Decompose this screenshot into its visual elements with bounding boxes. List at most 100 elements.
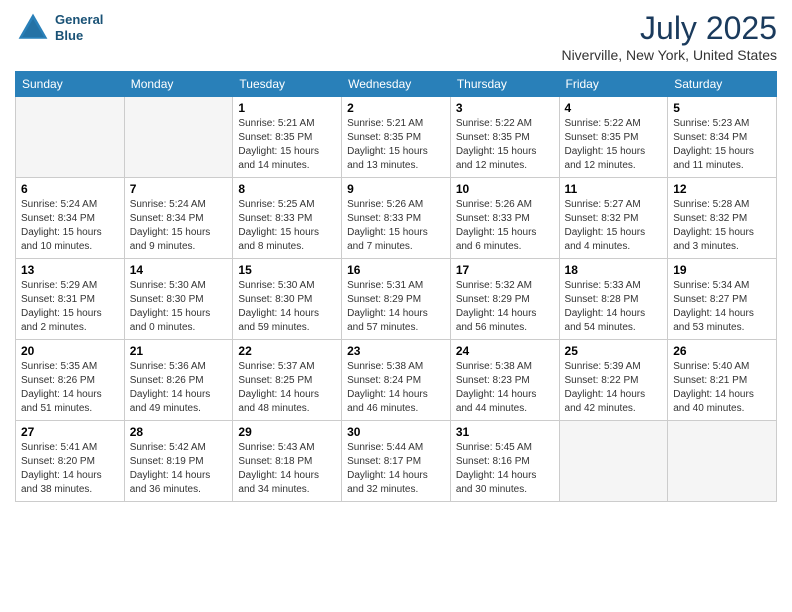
day-info: Sunrise: 5:38 AM Sunset: 8:24 PM Dayligh…: [347, 360, 445, 416]
table-row: [16, 97, 125, 178]
table-row: 2 Sunrise: 5:21 AM Sunset: 8:35 PM Daylig…: [342, 97, 451, 178]
table-row: 4 Sunrise: 5:22 AM Sunset: 8:35 PM Daylig…: [559, 97, 668, 178]
table-row: 10 Sunrise: 5:26 AM Sunset: 8:33 PM Dayli…: [450, 178, 559, 259]
day-info: Sunrise: 5:44 AM Sunset: 8:17 PM Dayligh…: [347, 441, 445, 497]
table-row: 24 Sunrise: 5:38 AM Sunset: 8:23 PM Dayli…: [450, 340, 559, 421]
table-row: [124, 97, 233, 178]
day-info: Sunrise: 5:25 AM Sunset: 8:33 PM Dayligh…: [238, 198, 336, 254]
day-number: 19: [673, 263, 771, 277]
table-row: 21 Sunrise: 5:36 AM Sunset: 8:26 PM Dayli…: [124, 340, 233, 421]
day-number: 5: [673, 101, 771, 115]
table-row: 6 Sunrise: 5:24 AM Sunset: 8:34 PM Daylig…: [16, 178, 125, 259]
day-number: 23: [347, 344, 445, 358]
table-row: 12 Sunrise: 5:28 AM Sunset: 8:32 PM Dayli…: [668, 178, 777, 259]
header-saturday: Saturday: [668, 72, 777, 97]
day-info: Sunrise: 5:36 AM Sunset: 8:26 PM Dayligh…: [130, 360, 228, 416]
header-monday: Monday: [124, 72, 233, 97]
table-row: 31 Sunrise: 5:45 AM Sunset: 8:16 PM Dayli…: [450, 421, 559, 502]
table-row: 7 Sunrise: 5:24 AM Sunset: 8:34 PM Daylig…: [124, 178, 233, 259]
day-info: Sunrise: 5:39 AM Sunset: 8:22 PM Dayligh…: [565, 360, 663, 416]
day-info: Sunrise: 5:31 AM Sunset: 8:29 PM Dayligh…: [347, 279, 445, 335]
table-row: 3Sunrise: 5:22 AM Sunset: 8:35 PM Daylig…: [450, 97, 559, 178]
table-row: 29 Sunrise: 5:43 AM Sunset: 8:18 PM Dayli…: [233, 421, 342, 502]
day-number: 12: [673, 182, 771, 196]
day-info: Sunrise: 5:24 AM Sunset: 8:34 PM Dayligh…: [130, 198, 228, 254]
day-info: Sunrise: 5:23 AM Sunset: 8:34 PM Dayligh…: [673, 117, 771, 173]
logo-icon: [15, 10, 51, 46]
day-info: Sunrise: 5:24 AM Sunset: 8:34 PM Dayligh…: [21, 198, 119, 254]
logo: General Blue: [15, 10, 103, 46]
day-number: 30: [347, 425, 445, 439]
day-number: 4: [565, 101, 663, 115]
table-row: 1Sunrise: 5:21 AM Sunset: 8:35 PM Daylig…: [233, 97, 342, 178]
day-number: 22: [238, 344, 336, 358]
header-friday: Friday: [559, 72, 668, 97]
day-number: 25: [565, 344, 663, 358]
day-number: 6: [21, 182, 119, 196]
day-info: Sunrise: 5:21 AM Sunset: 8:35 PM Dayligh…: [347, 117, 445, 173]
table-row: 11 Sunrise: 5:27 AM Sunset: 8:32 PM Dayli…: [559, 178, 668, 259]
table-row: 8 Sunrise: 5:25 AM Sunset: 8:33 PM Daylig…: [233, 178, 342, 259]
day-number: 21: [130, 344, 228, 358]
day-info: Sunrise: 5:30 AM Sunset: 8:30 PM Dayligh…: [130, 279, 228, 335]
location: Niverville, New York, United States: [561, 47, 777, 63]
day-number: 17: [456, 263, 554, 277]
calendar-week-row: 13 Sunrise: 5:29 AM Sunset: 8:31 PM Dayli…: [16, 259, 777, 340]
day-info: Sunrise: 5:32 AM Sunset: 8:29 PM Dayligh…: [456, 279, 554, 335]
day-info: Sunrise: 5:21 AM Sunset: 8:35 PM Dayligh…: [238, 117, 336, 173]
table-row: 13 Sunrise: 5:29 AM Sunset: 8:31 PM Dayli…: [16, 259, 125, 340]
day-number: 24: [456, 344, 554, 358]
day-number: 7: [130, 182, 228, 196]
table-row: 9 Sunrise: 5:26 AM Sunset: 8:33 PM Daylig…: [342, 178, 451, 259]
day-number: 31: [456, 425, 554, 439]
table-row: [668, 421, 777, 502]
day-info: Sunrise: 5:27 AM Sunset: 8:32 PM Dayligh…: [565, 198, 663, 254]
logo-text: General Blue: [55, 12, 103, 43]
header: General Blue July 2025 Niverville, New Y…: [15, 10, 777, 63]
day-number: 8: [238, 182, 336, 196]
calendar-week-row: 20 Sunrise: 5:35 AM Sunset: 8:26 PM Dayli…: [16, 340, 777, 421]
day-number: 10: [456, 182, 554, 196]
day-info: Sunrise: 5:43 AM Sunset: 8:18 PM Dayligh…: [238, 441, 336, 497]
day-info: Sunrise: 5:45 AM Sunset: 8:16 PM Dayligh…: [456, 441, 554, 497]
table-row: 19 Sunrise: 5:34 AM Sunset: 8:27 PM Dayli…: [668, 259, 777, 340]
day-number: 9: [347, 182, 445, 196]
day-info: Sunrise: 5:42 AM Sunset: 8:19 PM Dayligh…: [130, 441, 228, 497]
table-row: 28 Sunrise: 5:42 AM Sunset: 8:19 PM Dayli…: [124, 421, 233, 502]
day-number: 29: [238, 425, 336, 439]
month-title: July 2025: [561, 10, 777, 47]
day-info: Sunrise: 5:40 AM Sunset: 8:21 PM Dayligh…: [673, 360, 771, 416]
day-info: Sunrise: 5:26 AM Sunset: 8:33 PM Dayligh…: [347, 198, 445, 254]
day-info: Sunrise: 5:34 AM Sunset: 8:27 PM Dayligh…: [673, 279, 771, 335]
day-number: 3: [456, 101, 554, 115]
day-number: 20: [21, 344, 119, 358]
table-row: 27Sunrise: 5:41 AM Sunset: 8:20 PM Dayli…: [16, 421, 125, 502]
table-row: 15Sunrise: 5:30 AM Sunset: 8:30 PM Dayli…: [233, 259, 342, 340]
title-block: July 2025 Niverville, New York, United S…: [561, 10, 777, 63]
day-info: Sunrise: 5:29 AM Sunset: 8:31 PM Dayligh…: [21, 279, 119, 335]
header-wednesday: Wednesday: [342, 72, 451, 97]
day-number: 27: [21, 425, 119, 439]
day-info: Sunrise: 5:38 AM Sunset: 8:23 PM Dayligh…: [456, 360, 554, 416]
table-row: 22 Sunrise: 5:37 AM Sunset: 8:25 PM Dayli…: [233, 340, 342, 421]
day-number: 28: [130, 425, 228, 439]
day-info: Sunrise: 5:37 AM Sunset: 8:25 PM Dayligh…: [238, 360, 336, 416]
day-info: Sunrise: 5:35 AM Sunset: 8:26 PM Dayligh…: [21, 360, 119, 416]
day-number: 15: [238, 263, 336, 277]
day-info: Sunrise: 5:28 AM Sunset: 8:32 PM Dayligh…: [673, 198, 771, 254]
table-row: 14 Sunrise: 5:30 AM Sunset: 8:30 PM Dayli…: [124, 259, 233, 340]
day-info: Sunrise: 5:33 AM Sunset: 8:28 PM Dayligh…: [565, 279, 663, 335]
day-info: Sunrise: 5:26 AM Sunset: 8:33 PM Dayligh…: [456, 198, 554, 254]
calendar-week-row: 1Sunrise: 5:21 AM Sunset: 8:35 PM Daylig…: [16, 97, 777, 178]
table-row: [559, 421, 668, 502]
day-number: 13: [21, 263, 119, 277]
table-row: 25 Sunrise: 5:39 AM Sunset: 8:22 PM Dayli…: [559, 340, 668, 421]
table-row: 26Sunrise: 5:40 AM Sunset: 8:21 PM Dayli…: [668, 340, 777, 421]
table-row: 20 Sunrise: 5:35 AM Sunset: 8:26 PM Dayli…: [16, 340, 125, 421]
day-info: Sunrise: 5:22 AM Sunset: 8:35 PM Dayligh…: [565, 117, 663, 173]
day-number: 2: [347, 101, 445, 115]
header-thursday: Thursday: [450, 72, 559, 97]
table-row: 23 Sunrise: 5:38 AM Sunset: 8:24 PM Dayli…: [342, 340, 451, 421]
day-number: 11: [565, 182, 663, 196]
day-number: 14: [130, 263, 228, 277]
